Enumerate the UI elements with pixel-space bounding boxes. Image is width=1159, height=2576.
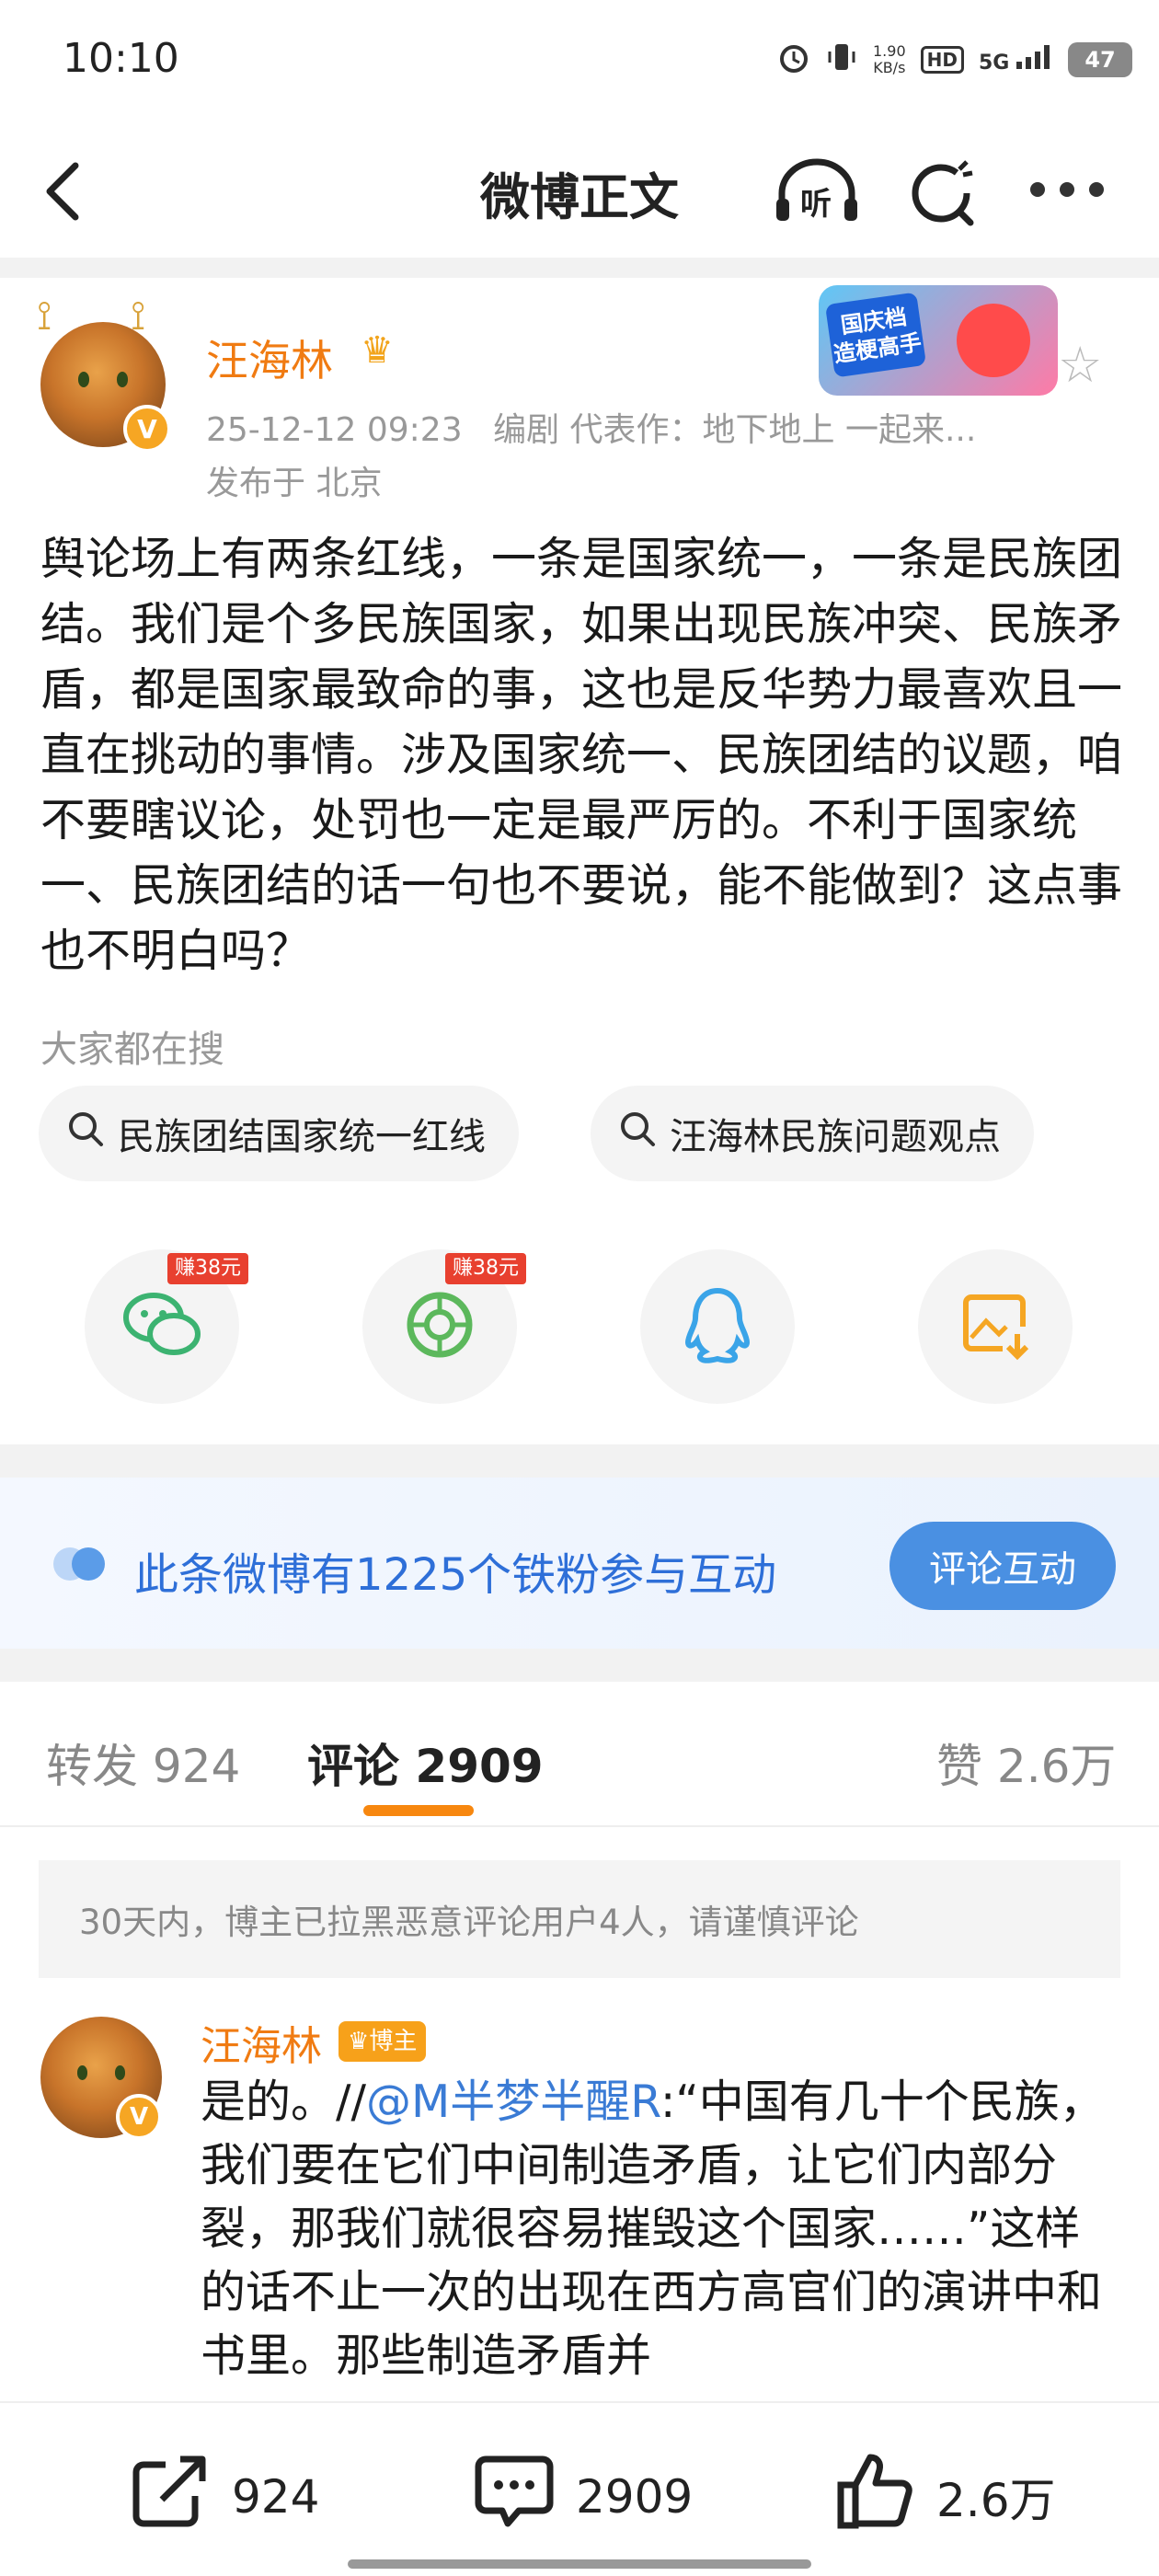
vibrate-icon — [825, 40, 858, 79]
listen-button[interactable]: 听 — [771, 155, 863, 228]
like-button[interactable]: 2.6万 — [833, 2452, 1056, 2542]
save-image-icon — [958, 1288, 1032, 1365]
comment-button[interactable]: 2909 — [473, 2452, 693, 2542]
listen-label: 听 — [800, 186, 832, 223]
status-bar: 10:10 1.90 KB/s HD 5G 47 — [0, 0, 1159, 120]
search-chip[interactable]: 民族团结国家统一红线 — [39, 1086, 519, 1181]
repost-icon — [129, 2452, 212, 2542]
search-icon — [618, 1110, 657, 1157]
fans-icon — [50, 1544, 114, 1588]
divider — [0, 1444, 1159, 1478]
search-icon — [66, 1110, 105, 1157]
save-image-button[interactable] — [918, 1249, 1073, 1404]
post-datetime: 25-12-12 09:23 — [206, 411, 463, 449]
alarm-icon — [777, 40, 810, 79]
post-location: 发布于 北京 — [206, 465, 383, 502]
favorite-star-icon[interactable]: ☆ — [1058, 336, 1102, 394]
net-speed: 1.90 KB/s — [873, 42, 906, 76]
crown-icon: ♛ — [361, 329, 394, 372]
repost-button[interactable]: 924 — [129, 2452, 319, 2542]
comment-notice: 30天内，博主已拉黑恶意评论用户4人，请谨慎评论 — [39, 1860, 1120, 1978]
mascot-icon — [957, 304, 1030, 377]
tab-comment[interactable]: 评论 2909 — [307, 1730, 544, 1796]
crown-icon: ♛ — [348, 2028, 370, 2055]
author-role: 编剧 代表作：地下地上 一起来... — [493, 411, 977, 449]
author-badge: ♛博主 — [339, 2021, 427, 2062]
reward-badge: 赚38元 — [445, 1253, 526, 1284]
holiday-promo-badge[interactable]: 国庆档 造梗高手 — [819, 285, 1058, 396]
post-meta: 25-12-12 09:23 编剧 代表作：地下地上 一起来... — [206, 403, 976, 451]
reward-badge: 赚38元 — [167, 1253, 248, 1284]
divider — [0, 258, 1159, 278]
fan-banner-text: 此条微博有1225个铁粉参与互动 — [134, 1549, 777, 1601]
share-qq-button[interactable] — [640, 1249, 795, 1404]
search-chip-label: 汪海林民族问题观点 — [670, 1116, 1001, 1158]
commenter-name[interactable]: 汪海林 — [201, 2013, 322, 2072]
active-tab-indicator — [363, 1805, 474, 1816]
qq-icon — [681, 1285, 754, 1368]
divider — [0, 1649, 1159, 1682]
like-count: 2.6万 — [936, 2474, 1056, 2527]
repost-count: 924 — [232, 2470, 320, 2524]
thumbs-up-icon — [833, 2452, 916, 2542]
comment-icon — [473, 2452, 556, 2542]
divider — [0, 1825, 1159, 1827]
wechat-icon — [120, 1288, 203, 1365]
status-icons: 1.90 KB/s HD 5G 47 — [777, 37, 1133, 83]
more-icon[interactable] — [1030, 182, 1113, 201]
tab-repost[interactable]: 转发 924 — [46, 1730, 240, 1796]
mention-link[interactable]: @M半梦半醒R — [366, 2076, 660, 2128]
tab-like[interactable]: 赞 2.6万 — [936, 1730, 1116, 1796]
search-chip-label: 民族团结国家统一红线 — [118, 1116, 486, 1158]
comment-interact-button[interactable]: 评论互动 — [889, 1522, 1116, 1610]
verified-icon: V — [123, 405, 171, 453]
moments-icon — [403, 1288, 476, 1365]
comment-body: 是的。//@M半梦半醒R:“中国有几十个民族，我们要在它们中间制造矛盾，让它们内… — [201, 2076, 1105, 2382]
post-body: 舆论场上有两条红线，一条是国家统一，一条是民族团结。我们是个多民族国家，如果出现… — [40, 533, 1123, 977]
hd-badge: HD — [920, 46, 964, 74]
nav-header: 微博正文 听 — [0, 120, 1159, 258]
battery-icon: 47 — [1068, 42, 1133, 77]
signal-icon: 5G — [979, 45, 1053, 75]
home-indicator[interactable] — [348, 2559, 811, 2569]
status-time: 10:10 — [63, 35, 179, 82]
refresh-icon[interactable] — [906, 155, 980, 228]
comment-count: 2909 — [576, 2470, 694, 2524]
verified-icon: V — [116, 2094, 162, 2140]
author-name[interactable]: 汪海林 — [206, 328, 333, 388]
search-chip[interactable]: 汪海林民族问题观点 — [591, 1086, 1034, 1181]
antler-left-icon: ⟟ — [37, 293, 52, 339]
search-label: 大家都在搜 — [40, 1029, 224, 1071]
page-title: 微博正文 — [480, 168, 679, 226]
